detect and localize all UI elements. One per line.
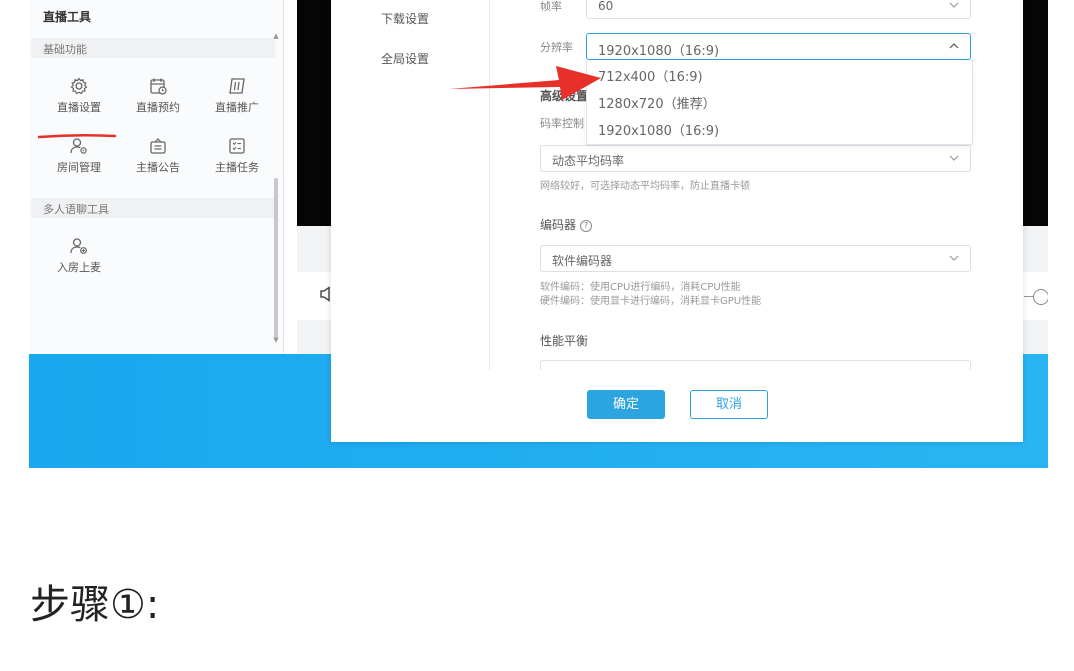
step-heading: 步骤①: [30,582,160,628]
screenshot-region: 直播工具 基础功能 直播设置 直播预约 直播推广 房间管理 主播公告 主播任务 … [29,0,1048,468]
red-arrow-annotation [449,66,601,100]
